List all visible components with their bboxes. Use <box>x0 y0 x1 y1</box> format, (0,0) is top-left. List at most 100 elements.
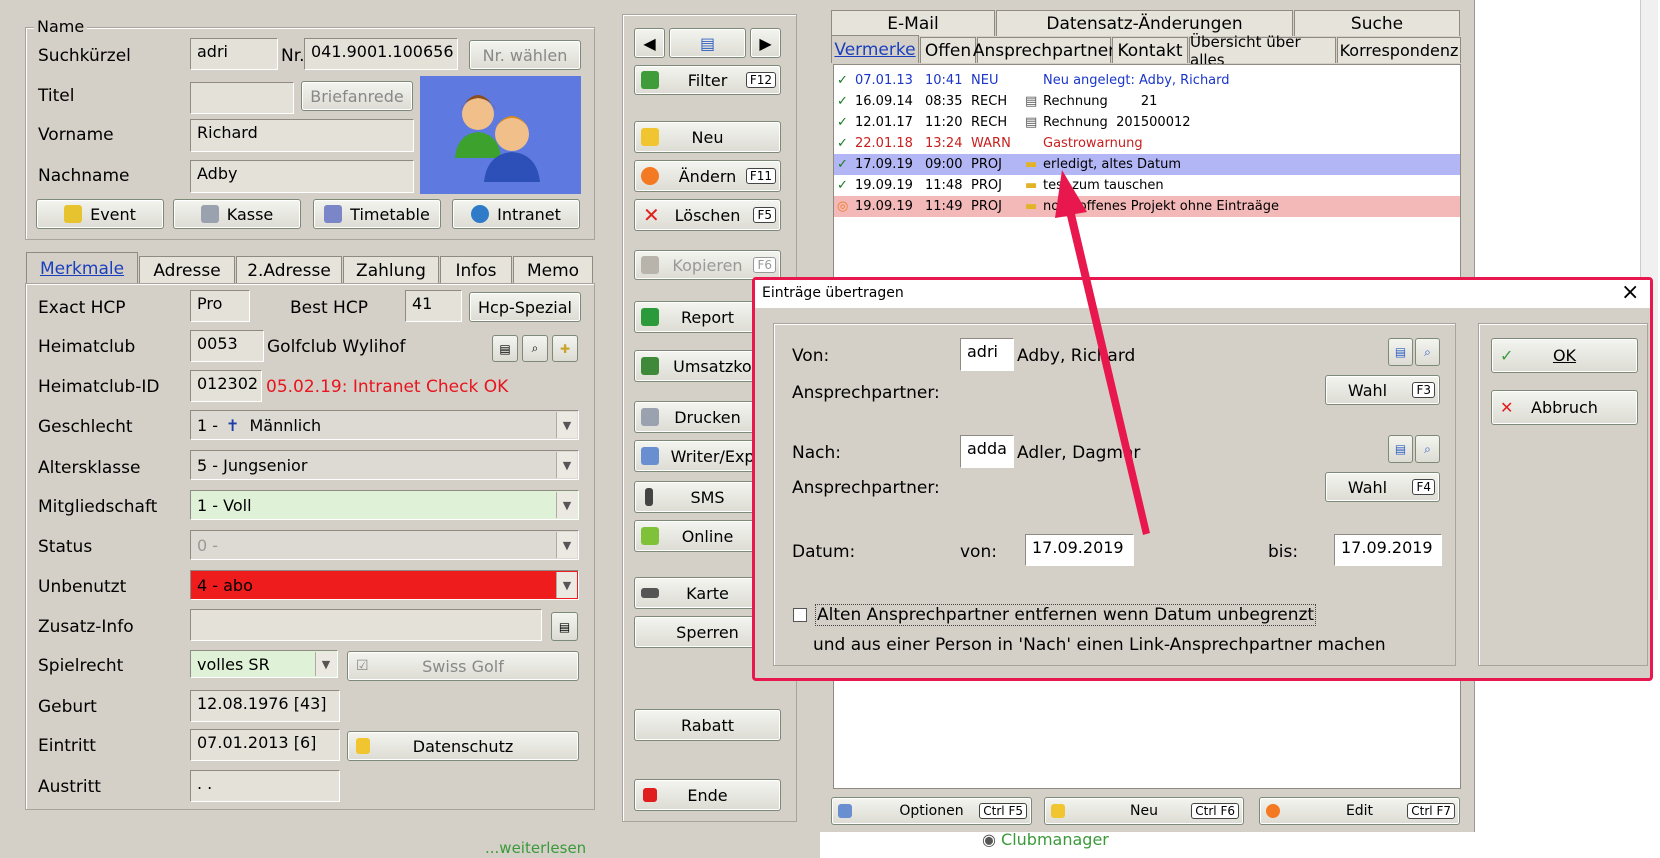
geschlecht-text: Männlich <box>249 415 322 435</box>
heimatclub-print-button[interactable]: ▤ <box>492 335 518 362</box>
filter-button[interactable]: Filter F12 <box>634 65 781 95</box>
spielrecht-value: volles SR <box>197 654 270 674</box>
list-item-selected[interactable]: ✓ 17.09.19 09:00 PROJ ▬ erledigt, altes … <box>834 154 1460 175</box>
tab-ansprechpartner[interactable]: Ansprechpartner <box>973 37 1115 63</box>
vorname-input[interactable]: Richard <box>190 119 414 152</box>
spielrecht-select[interactable]: volles SR ▼ <box>190 650 338 678</box>
unbenutzt-select[interactable]: 4 - abo ▼ <box>190 570 579 600</box>
heimatclub-search-button[interactable]: ⌕ <box>522 335 548 362</box>
aendern-button[interactable]: Ändern F11 <box>634 160 781 192</box>
list-item[interactable]: ◎ 19.09.19 11:49 PROJ ▬ noch offenes Pro… <box>834 196 1460 217</box>
list-item[interactable]: ✓ 16.09.14 08:35 RECH ▤ Rechnung 21 <box>834 91 1460 112</box>
loeschen-button[interactable]: ✕ Löschen F5 <box>634 199 781 231</box>
prev-button[interactable]: ◀ <box>634 28 665 58</box>
note-time: 10:41 <box>925 73 963 88</box>
clubmanager-link[interactable]: ◉ Clubmanager <box>982 830 1109 849</box>
von-input[interactable]: adri <box>960 338 1014 371</box>
remove-partner-checkbox[interactable] <box>793 608 807 622</box>
optionen-button[interactable]: Optionen Ctrl F5 <box>831 797 1032 825</box>
nach-input[interactable]: adda <box>960 435 1014 468</box>
list-item[interactable]: ✓ 12.01.17 11:20 RECH ▤ Rechnung 2015000… <box>834 112 1460 133</box>
geschlecht-select[interactable]: 1 - ✝ Männlich ▼ <box>190 410 579 440</box>
datenschutz-button[interactable]: Datenschutz <box>347 731 579 761</box>
folder-icon: ▬ <box>1025 178 1038 193</box>
timetable-button[interactable]: Timetable <box>313 199 441 229</box>
bis-date-input[interactable]: 17.09.2019 <box>1334 534 1442 566</box>
printer-icon: ▤ <box>1394 345 1407 359</box>
dialog-titlebar: Einträge übertragen × <box>755 280 1650 308</box>
tab-zahlung[interactable]: Zahlung <box>343 256 439 284</box>
eintritt-input[interactable]: 07.01.2013 [6] <box>190 729 340 761</box>
titel-input[interactable] <box>190 82 294 114</box>
kopieren-button[interactable]: Kopieren F6 <box>634 250 781 280</box>
tab-infos[interactable]: Infos <box>440 256 512 284</box>
heimatclub-label: Heimatclub <box>38 337 136 357</box>
close-icon[interactable]: × <box>1621 280 1639 305</box>
nach-print-button[interactable]: ▤ <box>1388 435 1413 463</box>
bis-label: bis: <box>1268 542 1299 562</box>
weiterlesen-link[interactable]: ...weiterlesen <box>485 839 586 857</box>
dialog-title: Einträge übertragen <box>762 285 904 301</box>
printer-icon: ▤ <box>499 341 511 356</box>
report-label: Report <box>680 307 735 327</box>
heimatclub-id-input[interactable]: 012302 <box>190 370 262 402</box>
von-date-input[interactable]: 17.09.2019 <box>1025 534 1134 566</box>
austritt-input[interactable]: . . <box>190 770 340 802</box>
swiss-golf-button[interactable]: ☑ Swiss Golf <box>347 651 579 681</box>
tab-vermerke[interactable]: Vermerke <box>831 35 919 63</box>
kasse-button[interactable]: Kasse <box>173 199 301 229</box>
geburt-input[interactable]: 12.08.1976 [43] <box>190 690 340 722</box>
avatar[interactable] <box>420 76 581 194</box>
tab-merkmale[interactable]: Merkmale <box>26 252 138 284</box>
von-search-button[interactable]: ⌕ <box>1415 338 1440 366</box>
nr-input[interactable]: 041.9001.100656 <box>304 38 458 70</box>
list-item[interactable]: ✓ 22.01.18 13:24 WARN Gastrowarnung <box>834 133 1460 154</box>
zusatz-info-input[interactable] <box>190 609 542 641</box>
nr-waehlen-button[interactable]: Nr. wählen <box>469 40 581 70</box>
check-icon: ✓ <box>837 157 848 172</box>
edit-button[interactable]: Edit Ctrl F7 <box>1259 797 1460 825</box>
tab-adresse[interactable]: Adresse <box>139 256 235 284</box>
best-hcp-input[interactable]: 41 <box>405 290 462 322</box>
briefanrede-button[interactable]: Briefanrede <box>301 81 413 111</box>
neu-button[interactable]: Neu <box>634 121 781 153</box>
intranet-button[interactable]: Intranet <box>452 199 580 229</box>
tab-email[interactable]: E-Mail <box>831 10 995 36</box>
dialog-button-group <box>1478 323 1648 666</box>
status-select[interactable]: 0 - ▼ <box>190 530 579 560</box>
ende-button[interactable]: Ende <box>634 779 781 811</box>
tab-korrespondenz[interactable]: Korrespondenz <box>1337 37 1461 63</box>
nach-search-button[interactable]: ⌕ <box>1415 435 1440 463</box>
exact-hcp-input[interactable]: Pro <box>190 290 250 322</box>
ok-button[interactable]: ✓ OK <box>1491 338 1638 373</box>
list-item[interactable]: ✓ 07.01.13 10:41 NEU Neu angelegt: Adby,… <box>834 70 1460 91</box>
tab-offen[interactable]: Offen <box>920 37 976 63</box>
list-item[interactable]: ✓ 19.09.19 11:48 PROJ ▬ test zum tausche… <box>834 175 1460 196</box>
notes-neu-button[interactable]: Neu Ctrl F6 <box>1044 797 1244 825</box>
wahl-f4-button[interactable]: Wahl F4 <box>1325 472 1440 502</box>
tab-offen-label: Offen <box>924 40 972 61</box>
nachname-input[interactable]: Adby <box>190 160 414 193</box>
heimatclub-add-button[interactable]: ✚ <box>552 335 578 362</box>
next-button[interactable]: ▶ <box>750 28 781 58</box>
hcp-spezial-button[interactable]: Hcp-Spezial <box>469 292 581 322</box>
print-list-button[interactable]: ▤ <box>669 28 746 58</box>
tab-memo[interactable]: Memo <box>513 256 593 284</box>
von-print-button[interactable]: ▤ <box>1388 338 1413 366</box>
heimatclub-code-input[interactable]: 0053 <box>190 330 264 362</box>
abbruch-button[interactable]: ✕ Abbruch <box>1491 390 1638 425</box>
rabatt-button[interactable]: Rabatt <box>634 709 781 741</box>
zusatz-info-print-button[interactable]: ▤ <box>551 612 578 641</box>
wahl1-label: Wahl <box>1347 380 1388 400</box>
mitgliedschaft-select[interactable]: 1 - Voll ▼ <box>190 490 579 520</box>
tab-2-adresse[interactable]: 2.Adresse <box>236 256 342 284</box>
edit-label: Edit <box>1345 803 1374 819</box>
note-text: test zum tauschen <box>1043 178 1164 193</box>
event-button[interactable]: Event <box>36 199 164 229</box>
tab-kontakt[interactable]: Kontakt <box>1112 37 1188 63</box>
wahl-f3-button[interactable]: Wahl F3 <box>1325 375 1440 405</box>
altersklasse-select[interactable]: 5 - Jungsenior ▼ <box>190 450 579 480</box>
tab-uebersicht[interactable]: Übersicht über alles <box>1189 33 1336 69</box>
hcp-spezial-label: Hcp-Spezial <box>477 297 572 317</box>
suchkuerzel-input[interactable]: adri <box>190 38 278 70</box>
